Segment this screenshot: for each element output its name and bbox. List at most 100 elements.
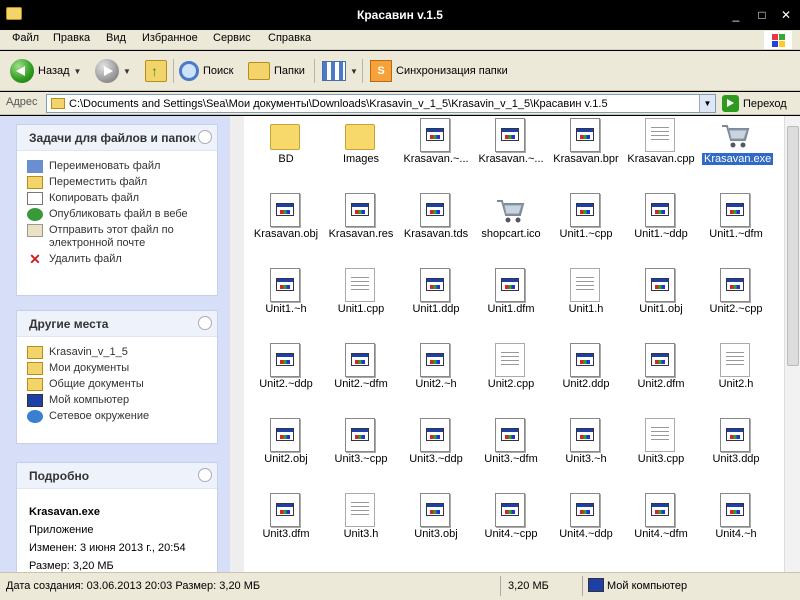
file-item[interactable]: Unit3.~h — [548, 416, 624, 486]
application-file-icon — [345, 418, 375, 452]
file-item[interactable]: Unit1.obj — [623, 266, 699, 336]
maximize-button[interactable]: □ — [752, 6, 772, 24]
file-name: Unit2.~dfm — [334, 378, 388, 390]
minimize-button[interactable]: _ — [726, 6, 746, 24]
file-item[interactable]: shopcart.ico — [473, 191, 549, 261]
file-item[interactable]: Unit3.obj — [398, 491, 474, 561]
application-file-icon — [420, 118, 450, 152]
chevron-down-icon[interactable]: ▼ — [74, 67, 82, 76]
file-tasks-header[interactable]: Задачи для файлов и папок — [17, 125, 217, 151]
search-button[interactable]: Поиск — [179, 57, 233, 85]
chevron-down-icon[interactable]: ▼ — [123, 67, 131, 76]
file-item[interactable]: Unit4.~ddp — [548, 491, 624, 561]
file-name: Unit3.h — [343, 528, 379, 540]
file-name: Unit4.~h — [715, 528, 757, 540]
file-item[interactable]: Unit2.~cpp — [698, 266, 774, 336]
file-item[interactable]: Unit1.dfm — [473, 266, 549, 336]
file-item[interactable]: Unit4.~dfm — [623, 491, 699, 561]
publish-file-link[interactable]: Опубликовать файл в вебе — [27, 208, 217, 221]
file-item[interactable]: Krasavan.~... — [473, 116, 549, 186]
file-item[interactable]: Unit1.h — [548, 266, 624, 336]
file-item[interactable]: Unit2.h — [698, 341, 774, 411]
email-file-link[interactable]: Отправить этот файл по электронной почте — [27, 224, 217, 250]
file-item[interactable]: Krasavan.obj — [248, 191, 324, 261]
collapse-icon[interactable] — [198, 130, 212, 144]
forward-button[interactable]: ▼ — [95, 57, 131, 85]
file-item[interactable]: BD — [248, 116, 324, 186]
file-item[interactable]: Krasavan.~... — [398, 116, 474, 186]
menu-help[interactable]: Справка — [268, 32, 311, 44]
other-places-header[interactable]: Другие места — [17, 311, 217, 337]
place-krasavin-folder[interactable]: Krasavin_v_1_5 — [27, 346, 217, 359]
go-button[interactable]: Переход — [722, 94, 787, 113]
details-header[interactable]: Подробно — [17, 463, 217, 489]
sync-folder-button[interactable]: S Синхронизация папки — [370, 57, 508, 85]
back-button[interactable]: Назад ▼ — [10, 57, 81, 85]
menu-view[interactable]: Вид — [106, 32, 126, 44]
file-name: Krasavan.exe — [702, 153, 774, 165]
file-item[interactable]: Unit1.ddp — [398, 266, 474, 336]
scrollbar-thumb[interactable] — [787, 126, 799, 366]
file-item[interactable]: Unit4.~h — [698, 491, 774, 561]
place-shared-documents[interactable]: Общие документы — [27, 378, 217, 391]
up-folder-button[interactable]: ↑ — [145, 57, 167, 85]
shopping-cart-icon — [495, 193, 525, 227]
menu-favorites[interactable]: Избранное — [142, 32, 198, 44]
chevron-down-icon[interactable]: ▼ — [699, 95, 715, 112]
publish-web-icon — [27, 208, 43, 221]
file-item[interactable]: Unit2.obj — [248, 416, 324, 486]
file-item[interactable]: Unit3.~ddp — [398, 416, 474, 486]
file-item[interactable]: Unit3.ddp — [698, 416, 774, 486]
move-file-link[interactable]: Переместить файл — [27, 176, 217, 189]
file-item[interactable]: Unit4.~cpp — [473, 491, 549, 561]
file-item[interactable]: Unit2.~dfm — [323, 341, 399, 411]
folder-icon — [345, 124, 375, 150]
close-button[interactable]: ✕ — [776, 6, 796, 24]
file-item[interactable]: Unit2.~ddp — [248, 341, 324, 411]
other-places-panel: Другие места Krasavin_v_1_5 Мои документ… — [16, 310, 218, 444]
task-pane-scrollbar[interactable] — [230, 116, 244, 572]
copy-file-link[interactable]: Копировать файл — [27, 192, 217, 205]
file-item[interactable]: Unit2.ddp — [548, 341, 624, 411]
file-item[interactable]: Unit2.dfm — [623, 341, 699, 411]
file-item[interactable]: Unit1.~h — [248, 266, 324, 336]
panel-title: Подробно — [29, 469, 90, 483]
file-item[interactable]: Unit3.cpp — [623, 416, 699, 486]
text-file-icon — [720, 343, 750, 377]
file-item[interactable]: Unit3.~dfm — [473, 416, 549, 486]
file-item[interactable]: Unit1.~dfm — [698, 191, 774, 261]
place-my-documents[interactable]: Мои документы — [27, 362, 217, 375]
file-item[interactable]: Unit1.~ddp — [623, 191, 699, 261]
file-name: BD — [278, 153, 294, 165]
rename-file-link[interactable]: Переименовать файл — [27, 160, 217, 173]
file-item[interactable]: Unit2.~h — [398, 341, 474, 411]
chevron-down-icon[interactable]: ▼ — [350, 67, 358, 76]
address-input[interactable]: C:\Documents and Settings\Sea\Мои докуме… — [46, 94, 716, 113]
place-network[interactable]: Сетевое окружение — [27, 410, 217, 423]
file-item[interactable]: Unit3.h — [323, 491, 399, 561]
collapse-icon[interactable] — [198, 468, 212, 482]
file-name: Unit4.~dfm — [634, 528, 688, 540]
menu-edit[interactable]: Правка — [53, 32, 90, 44]
file-item[interactable]: Images — [323, 116, 399, 186]
file-item[interactable]: Unit1.cpp — [323, 266, 399, 336]
views-button[interactable]: ▼ — [322, 57, 358, 85]
menu-file[interactable]: Файл — [12, 32, 39, 44]
menu-tools[interactable]: Сервис — [213, 32, 251, 44]
file-name: Unit3.~ddp — [409, 453, 463, 465]
collapse-icon[interactable] — [198, 316, 212, 330]
forward-arrow-icon — [95, 59, 119, 83]
file-item[interactable]: Krasavan.bpr — [548, 116, 624, 186]
file-item[interactable]: Krasavan.cpp — [623, 116, 699, 186]
folders-button[interactable]: Папки — [248, 57, 305, 85]
file-item[interactable]: Unit3.dfm — [248, 491, 324, 561]
file-item[interactable]: Krasavan.exe — [698, 116, 774, 186]
delete-file-link[interactable]: ✕ Удалить файл — [27, 252, 217, 266]
file-item[interactable]: Krasavan.tds — [398, 191, 474, 261]
place-my-computer[interactable]: Мой компьютер — [27, 394, 217, 407]
file-item[interactable]: Unit2.cpp — [473, 341, 549, 411]
vertical-scrollbar[interactable] — [784, 116, 800, 572]
file-item[interactable]: Krasavan.res — [323, 191, 399, 261]
file-item[interactable]: Unit3.~cpp — [323, 416, 399, 486]
file-item[interactable]: Unit1.~cpp — [548, 191, 624, 261]
